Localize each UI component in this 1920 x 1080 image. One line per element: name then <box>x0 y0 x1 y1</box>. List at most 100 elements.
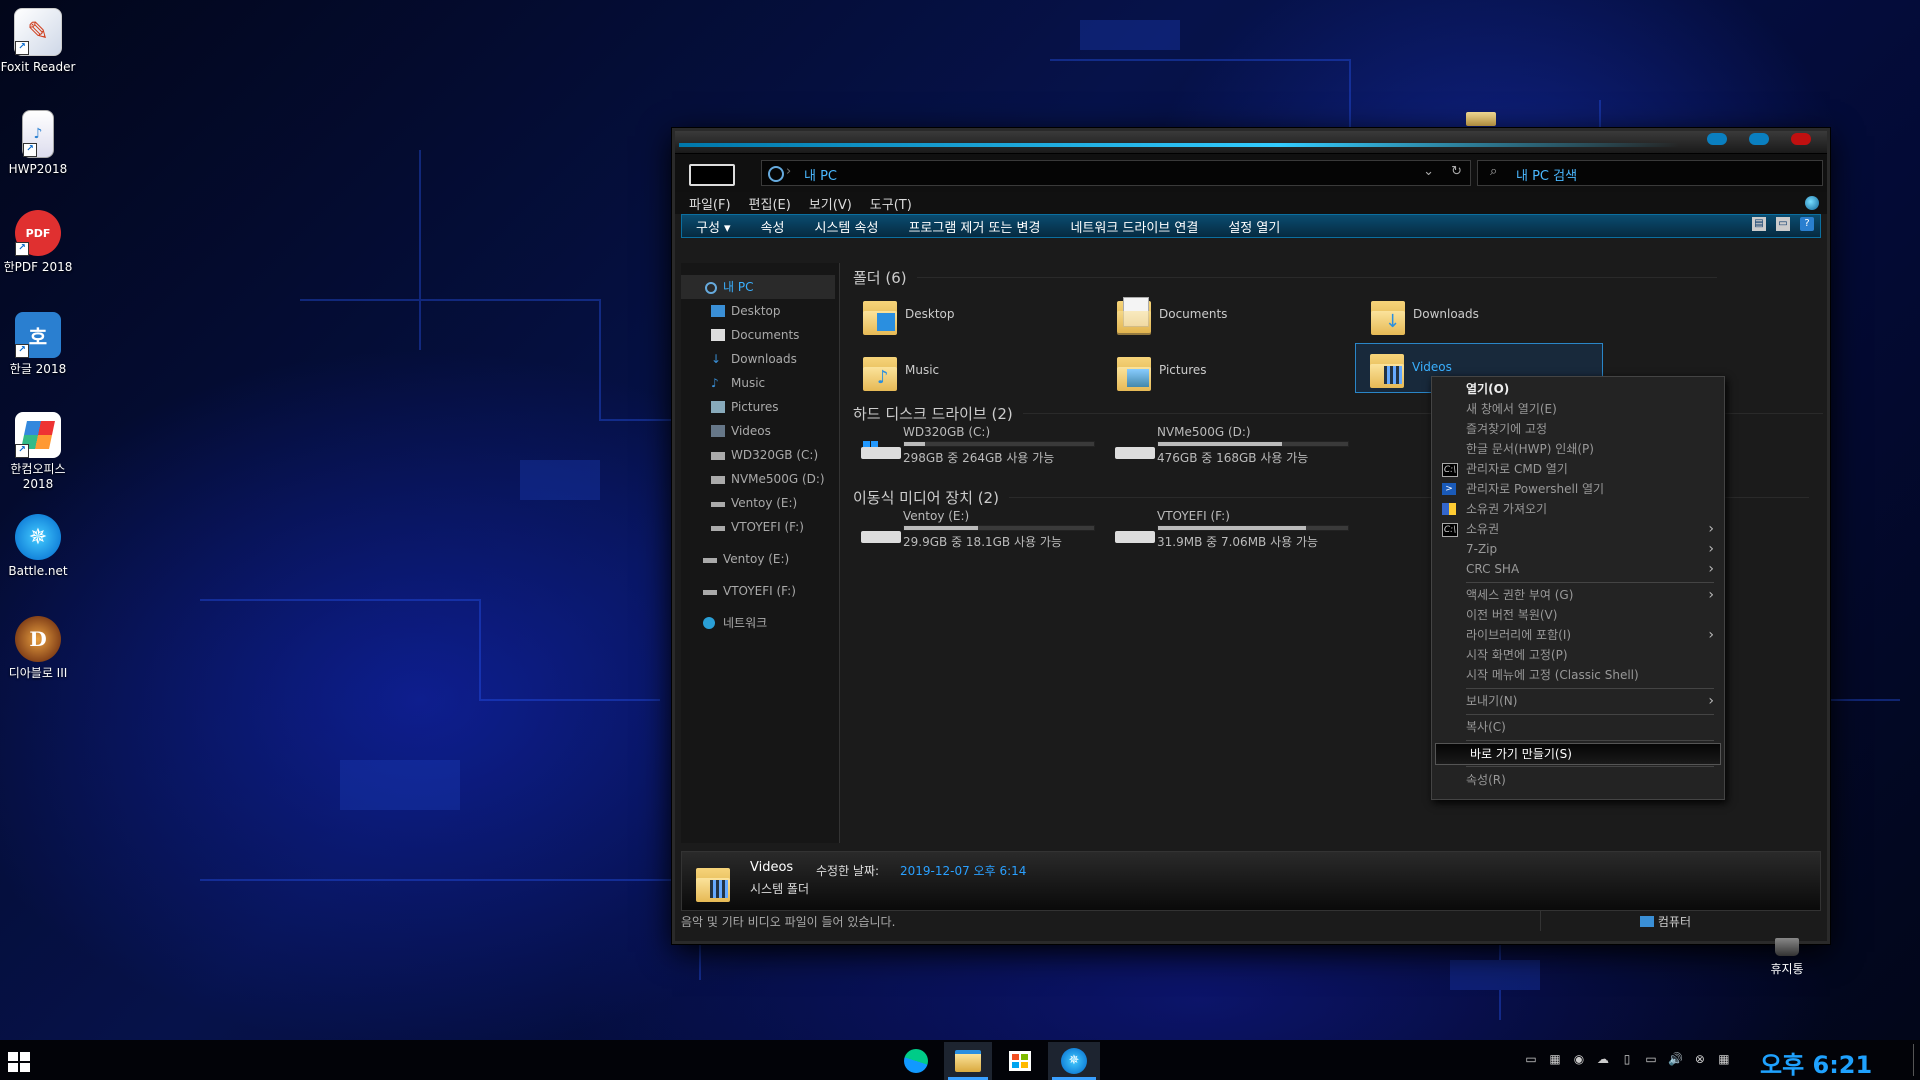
nav-drive-c[interactable]: WD320GB (C:) <box>681 443 839 467</box>
network-icon[interactable]: ▭ <box>1644 1052 1658 1066</box>
nav-drive-f[interactable]: VTOYEFI (F:) <box>681 515 839 539</box>
nav-desktop[interactable]: Desktop <box>681 299 839 323</box>
mute-icon[interactable]: ⊗ <box>1693 1052 1707 1066</box>
folder-tile-pictures[interactable]: Pictures <box>1103 347 1349 393</box>
help-icon[interactable]: ? <box>1800 217 1814 231</box>
cmd-map-network-drive[interactable]: 네트워크 드라이브 연결 <box>1070 217 1198 236</box>
nav-documents[interactable]: Documents <box>681 323 839 347</box>
cmd-uninstall[interactable]: 프로그램 제거 또는 변경 <box>908 217 1040 236</box>
folder-tile-desktop[interactable]: Desktop <box>849 291 1095 337</box>
chevron-down-icon[interactable]: ⌄ <box>1423 164 1434 179</box>
volume-icon[interactable]: 🔊 <box>1668 1052 1683 1066</box>
cmd-open-settings[interactable]: 설정 열기 <box>1228 217 1280 236</box>
cmd-system-properties[interactable]: 시스템 속성 <box>815 217 879 236</box>
ctx-copy[interactable]: 복사(C) <box>1432 717 1724 737</box>
ctx-7zip[interactable]: 7-Zip › <box>1432 539 1724 559</box>
chevron-right-icon: › <box>1708 561 1714 577</box>
folder-tile-documents[interactable]: Documents <box>1103 291 1349 337</box>
drive-tile-f[interactable]: VTOYEFI (F:) 31.9MB 중 7.06MB 사용 가능 <box>1103 509 1353 555</box>
powershell-icon: > <box>1442 483 1456 495</box>
back-forward-buttons[interactable] <box>689 164 735 186</box>
network-icon <box>703 617 715 629</box>
close-button[interactable] <box>1791 133 1811 145</box>
battlenet-tray-icon[interactable]: ◉ <box>1572 1052 1586 1066</box>
ctx-ownership[interactable]: C:\ 소유권 › <box>1432 519 1724 539</box>
ctx-open-new-window[interactable]: 새 창에서 열기(E) <box>1432 399 1724 419</box>
desktop-icon-recycle-bin[interactable]: 휴지통 <box>1762 938 1812 977</box>
desktop-folder-icon[interactable] <box>1466 112 1496 126</box>
store-icon[interactable] <box>996 1042 1044 1080</box>
start-button[interactable] <box>8 1052 30 1072</box>
nav-drive-d[interactable]: NVMe500G (D:) <box>681 467 839 491</box>
desktop-icon-hwp2018[interactable]: ♪ ↗ HWP2018 <box>0 106 76 177</box>
preview-pane-icon[interactable]: ▭ <box>1776 217 1790 231</box>
desktop-icon-foxit[interactable]: ✎ ↗ Foxit Reader <box>0 4 76 75</box>
desktop-icon-hangul[interactable]: 호 ↗ 한글 2018 <box>0 308 76 377</box>
globe-icon[interactable] <box>1805 196 1819 210</box>
view-options-icon[interactable]: ▤ <box>1752 217 1766 231</box>
nav-pictures[interactable]: Pictures <box>681 395 839 419</box>
menu-file[interactable]: 파일(F) <box>689 194 731 213</box>
computer-icon <box>705 282 717 294</box>
cmd-properties[interactable]: 속성 <box>761 217 785 236</box>
ctx-give-access[interactable]: 액세스 권한 부여 (G) › <box>1432 585 1724 605</box>
ctx-pin-start[interactable]: 시작 화면에 고정(P) <box>1432 645 1724 665</box>
ctx-open[interactable]: 열기(O) <box>1432 379 1724 399</box>
desktop-icon-hancom-office[interactable]: ↗ 한컴오피스 2018 <box>0 408 76 492</box>
ctx-admin-cmd[interactable]: C:\ 관리자로 CMD 열기 <box>1432 459 1724 479</box>
title-bar[interactable] <box>675 131 1827 154</box>
ctx-admin-powershell[interactable]: > 관리자로 Powershell 열기 <box>1432 479 1724 499</box>
cmd-organize[interactable]: 구성 ▾ <box>696 217 731 236</box>
drive-tile-c[interactable]: WD320GB (C:) 298GB 중 264GB 사용 가능 <box>849 425 1099 471</box>
menu-view[interactable]: 보기(V) <box>809 194 852 213</box>
menu-edit[interactable]: 편집(E) <box>749 194 791 213</box>
maximize-button[interactable] <box>1749 133 1769 145</box>
tray-app-icon[interactable]: ▦ <box>1548 1052 1562 1066</box>
nav-vtoyefi-root[interactable]: VTOYEFI (F:) <box>681 579 839 603</box>
search-input[interactable]: ⌕ 내 PC 검색 <box>1477 160 1823 186</box>
desktop-icon-diablo[interactable]: D 디아블로 III <box>0 612 76 681</box>
minimize-button[interactable] <box>1707 133 1727 145</box>
ctx-properties[interactable]: 속성(R) <box>1432 770 1724 790</box>
nav-ventoy-root[interactable]: Ventoy (E:) <box>681 547 839 571</box>
desktop-icon-battlenet[interactable]: ✵ Battle.net <box>0 510 76 579</box>
refresh-icon[interactable]: ↻ <box>1451 164 1462 179</box>
folder-tile-downloads[interactable]: ↓ Downloads <box>1357 291 1603 337</box>
folder-tile-music[interactable]: ♪ Music <box>849 347 1095 393</box>
menu-tools[interactable]: 도구(T) <box>870 194 912 213</box>
ctx-restore-previous[interactable]: 이전 버전 복원(V) <box>1432 605 1724 625</box>
drive-tile-d[interactable]: NVMe500G (D:) 476GB 중 168GB 사용 가능 <box>1103 425 1353 471</box>
group-header-hdd[interactable]: 하드 디스크 드라이브 (2) <box>853 403 1822 424</box>
keyboard-icon[interactable]: ▭ <box>1524 1052 1538 1066</box>
edge-icon[interactable] <box>892 1042 940 1080</box>
drive-tile-e[interactable]: Ventoy (E:) 29.9GB 중 18.1GB 사용 가능 <box>849 509 1099 555</box>
desktop-icon-hanpdf[interactable]: PDF ↗ 한PDF 2018 <box>0 206 76 275</box>
usb-icon[interactable]: ▯ <box>1620 1052 1634 1066</box>
ctx-pin-quick-access[interactable]: 즐겨찾기에 고정 <box>1432 419 1724 439</box>
ctx-take-ownership[interactable]: 소유권 가져오기 <box>1432 499 1724 519</box>
ctx-pin-classic-shell[interactable]: 시작 메뉴에 고정 (Classic Shell) <box>1432 665 1724 685</box>
ctx-send-to[interactable]: 보내기(N) › <box>1432 691 1724 711</box>
nav-network[interactable]: 네트워크 <box>681 611 839 635</box>
cloud-icon[interactable]: ☁ <box>1596 1052 1610 1066</box>
show-desktop-button[interactable] <box>1913 1044 1914 1076</box>
nav-videos[interactable]: Videos <box>681 419 839 443</box>
ctx-print-hwp[interactable]: 한글 문서(HWP) 인쇄(P) <box>1432 439 1724 459</box>
nav-music[interactable]: ♪ Music <box>681 371 839 395</box>
group-header-folders[interactable]: 폴더 (6) <box>853 267 1711 288</box>
battlenet-icon[interactable]: ✵ <box>1048 1042 1100 1080</box>
ctx-crc-sha[interactable]: CRC SHA › <box>1432 559 1724 579</box>
group-header-removable[interactable]: 이동식 미디어 장치 (2) <box>853 487 1809 508</box>
nav-downloads[interactable]: ↓ Downloads <box>681 347 839 371</box>
computer-icon <box>1639 916 1654 927</box>
ctx-include-library[interactable]: 라이브러리에 포함(I) › <box>1432 625 1724 645</box>
details-pane: Videos 시스템 폴더 수정한 날짜: 2019-12-07 오후 6:14 <box>681 851 1821 911</box>
nav-this-pc[interactable]: 내 PC <box>681 275 835 299</box>
nav-drive-e[interactable]: Ventoy (E:) <box>681 491 839 515</box>
address-bar[interactable]: › 내 PC ⌄ ↻ <box>761 160 1471 186</box>
clock[interactable]: 오후 6:21 <box>1760 1045 1872 1080</box>
ctx-create-shortcut[interactable]: 바로 가기 만들기(S) <box>1435 743 1721 765</box>
status-bar: 음악 및 기타 비디오 파일이 들어 있습니다. 컴퓨터 <box>681 911 1821 931</box>
file-explorer-icon[interactable] <box>944 1042 992 1080</box>
notification-icon[interactable]: ▦ <box>1717 1052 1731 1066</box>
